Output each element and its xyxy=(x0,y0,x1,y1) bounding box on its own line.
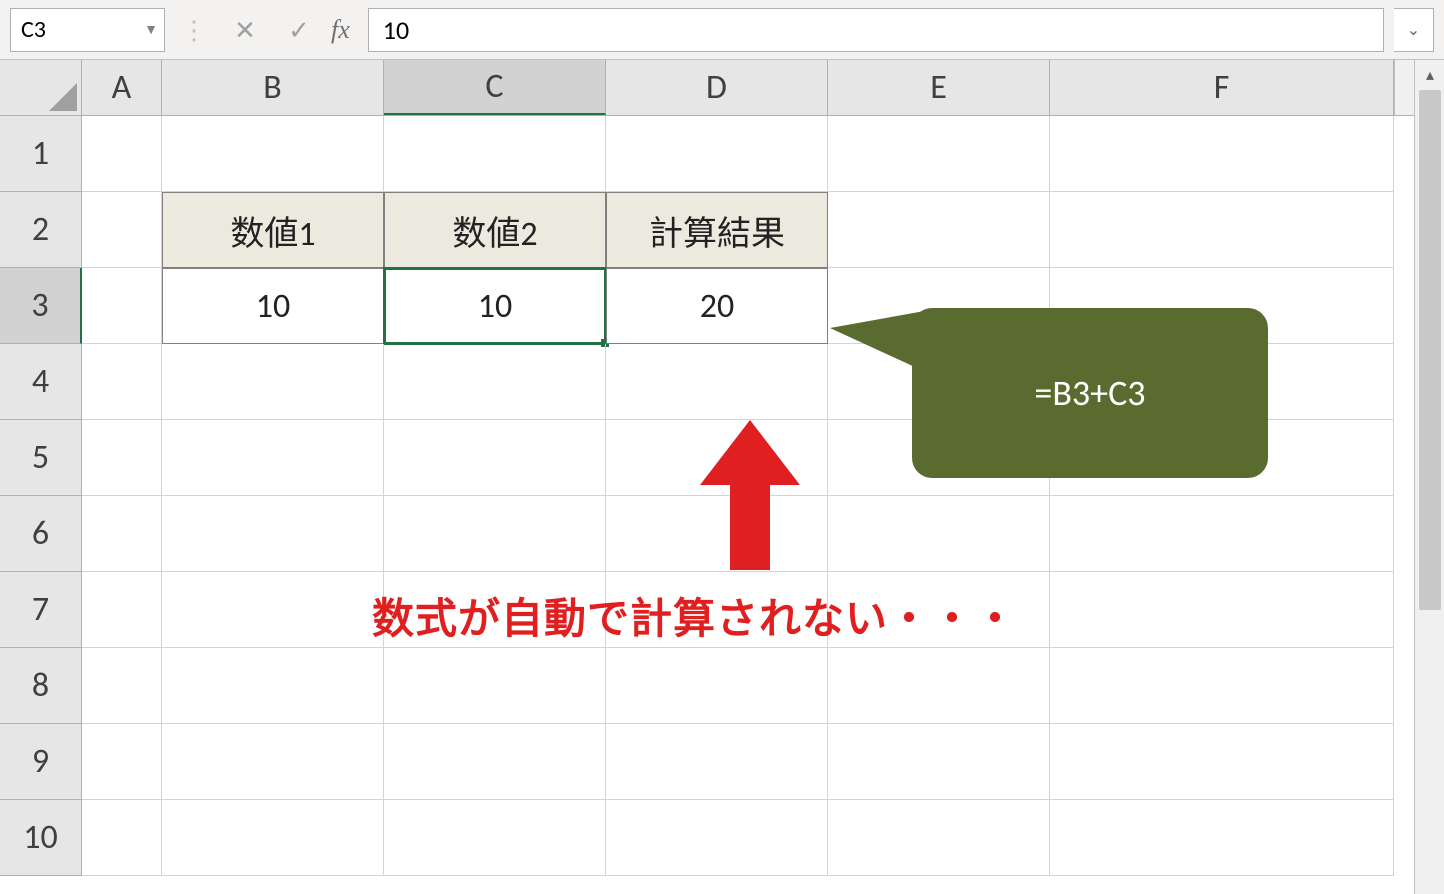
col-header-B[interactable]: B xyxy=(162,60,384,115)
cell-B6[interactable] xyxy=(162,496,384,572)
cell-E10[interactable] xyxy=(828,800,1050,876)
warning-note: 数式が自動で計算されない・・・ xyxy=(372,585,1017,646)
cell-D1[interactable] xyxy=(606,116,828,192)
cell-F10[interactable] xyxy=(1050,800,1394,876)
cell-B8[interactable] xyxy=(162,648,384,724)
cell-D8[interactable] xyxy=(606,648,828,724)
cell-A8[interactable] xyxy=(82,648,162,724)
cell-D3[interactable]: 20 xyxy=(606,268,828,344)
cell-A9[interactable] xyxy=(82,724,162,800)
cell-E1[interactable] xyxy=(828,116,1050,192)
row-header-1[interactable]: 1 xyxy=(0,116,82,192)
cell-F2[interactable] xyxy=(1050,192,1394,268)
cell-F9[interactable] xyxy=(1050,724,1394,800)
row-header-7[interactable]: 7 xyxy=(0,572,82,648)
cancel-button[interactable]: ✕ xyxy=(223,8,267,52)
cell-D9[interactable] xyxy=(606,724,828,800)
dropdown-icon[interactable]: ▼ xyxy=(144,21,158,38)
col-header-F[interactable]: F xyxy=(1050,60,1394,115)
cell-B9[interactable] xyxy=(162,724,384,800)
row-header-6[interactable]: 6 xyxy=(0,496,82,572)
scrollbar-thumb[interactable] xyxy=(1419,90,1441,610)
cell-A2[interactable] xyxy=(82,192,162,268)
name-box-value: C3 xyxy=(21,15,46,44)
row-9: 9 xyxy=(0,724,1444,800)
cell-B4[interactable] xyxy=(162,344,384,420)
expand-formula-bar-button[interactable]: ⌄ xyxy=(1394,8,1434,52)
cell-C8[interactable] xyxy=(384,648,606,724)
column-headers: A B C D E F xyxy=(0,60,1444,116)
vertical-scrollbar[interactable]: ▴ xyxy=(1414,60,1444,894)
scroll-up-button[interactable]: ▴ xyxy=(1419,64,1441,86)
cell-B7[interactable] xyxy=(162,572,384,648)
row-1: 1 xyxy=(0,116,1444,192)
select-all-corner[interactable] xyxy=(0,60,82,116)
col-header-D[interactable]: D xyxy=(606,60,828,115)
row-header-2[interactable]: 2 xyxy=(0,192,82,268)
cell-A7[interactable] xyxy=(82,572,162,648)
formula-input[interactable]: 10 xyxy=(368,8,1384,52)
cell-C5[interactable] xyxy=(384,420,606,496)
cell-C9[interactable] xyxy=(384,724,606,800)
cancel-icon: ✕ xyxy=(234,14,256,46)
cell-D2[interactable]: 計算結果 xyxy=(606,192,828,268)
cell-E9[interactable] xyxy=(828,724,1050,800)
formula-callout: =B3+C3 xyxy=(912,308,1268,478)
cell-F1[interactable] xyxy=(1050,116,1394,192)
row-10: 10 xyxy=(0,800,1444,876)
cell-A3[interactable] xyxy=(82,268,162,344)
row-header-9[interactable]: 9 xyxy=(0,724,82,800)
row-header-8[interactable]: 8 xyxy=(0,648,82,724)
row-header-4[interactable]: 4 xyxy=(0,344,82,420)
cell-A1[interactable] xyxy=(82,116,162,192)
cell-C6[interactable] xyxy=(384,496,606,572)
name-box[interactable]: C3 ▼ xyxy=(10,8,165,52)
cell-C1[interactable] xyxy=(384,116,606,192)
col-header-E[interactable]: E xyxy=(828,60,1050,115)
cell-C2[interactable]: 数値2 xyxy=(384,192,606,268)
cell-B5[interactable] xyxy=(162,420,384,496)
cell-C4[interactable] xyxy=(384,344,606,420)
row-header-10[interactable]: 10 xyxy=(0,800,82,876)
cell-A6[interactable] xyxy=(82,496,162,572)
row-header-5[interactable]: 5 xyxy=(0,420,82,496)
cell-B10[interactable] xyxy=(162,800,384,876)
cell-E2[interactable] xyxy=(828,192,1050,268)
col-header-C[interactable]: C xyxy=(384,60,606,115)
formula-bar: C3 ▼ ⋮ ✕ ✓ fx 10 ⌄ xyxy=(0,0,1444,60)
cell-C10[interactable] xyxy=(384,800,606,876)
spreadsheet-grid: A B C D E F 1 2 数値1 数値2 計算結果 xyxy=(0,60,1444,894)
fx-label[interactable]: fx xyxy=(331,15,358,45)
cell-D4[interactable] xyxy=(606,344,828,420)
cell-E6[interactable] xyxy=(828,496,1050,572)
chevron-down-icon: ⌄ xyxy=(1407,20,1420,40)
cell-F7[interactable] xyxy=(1050,572,1394,648)
col-header-A[interactable]: A xyxy=(82,60,162,115)
check-icon: ✓ xyxy=(288,14,310,46)
enter-button[interactable]: ✓ xyxy=(277,8,321,52)
triangle-up-icon: ▴ xyxy=(1426,65,1434,85)
row-header-3[interactable]: 3 xyxy=(0,268,82,344)
cell-A4[interactable] xyxy=(82,344,162,420)
cell-B1[interactable] xyxy=(162,116,384,192)
cell-B2[interactable]: 数値1 xyxy=(162,192,384,268)
cell-B3[interactable]: 10 xyxy=(162,268,384,344)
row-8: 8 xyxy=(0,648,1444,724)
cell-C3[interactable]: 10 xyxy=(384,268,606,344)
cell-F6[interactable] xyxy=(1050,496,1394,572)
arrow-up-icon xyxy=(700,420,800,570)
formula-value: 10 xyxy=(383,14,409,46)
cell-F8[interactable] xyxy=(1050,648,1394,724)
cell-E8[interactable] xyxy=(828,648,1050,724)
cell-D10[interactable] xyxy=(606,800,828,876)
callout-text: =B3+C3 xyxy=(1034,371,1145,415)
row-2: 2 数値1 数値2 計算結果 xyxy=(0,192,1444,268)
cell-A10[interactable] xyxy=(82,800,162,876)
separator: ⋮ xyxy=(175,14,213,46)
cell-A5[interactable] xyxy=(82,420,162,496)
